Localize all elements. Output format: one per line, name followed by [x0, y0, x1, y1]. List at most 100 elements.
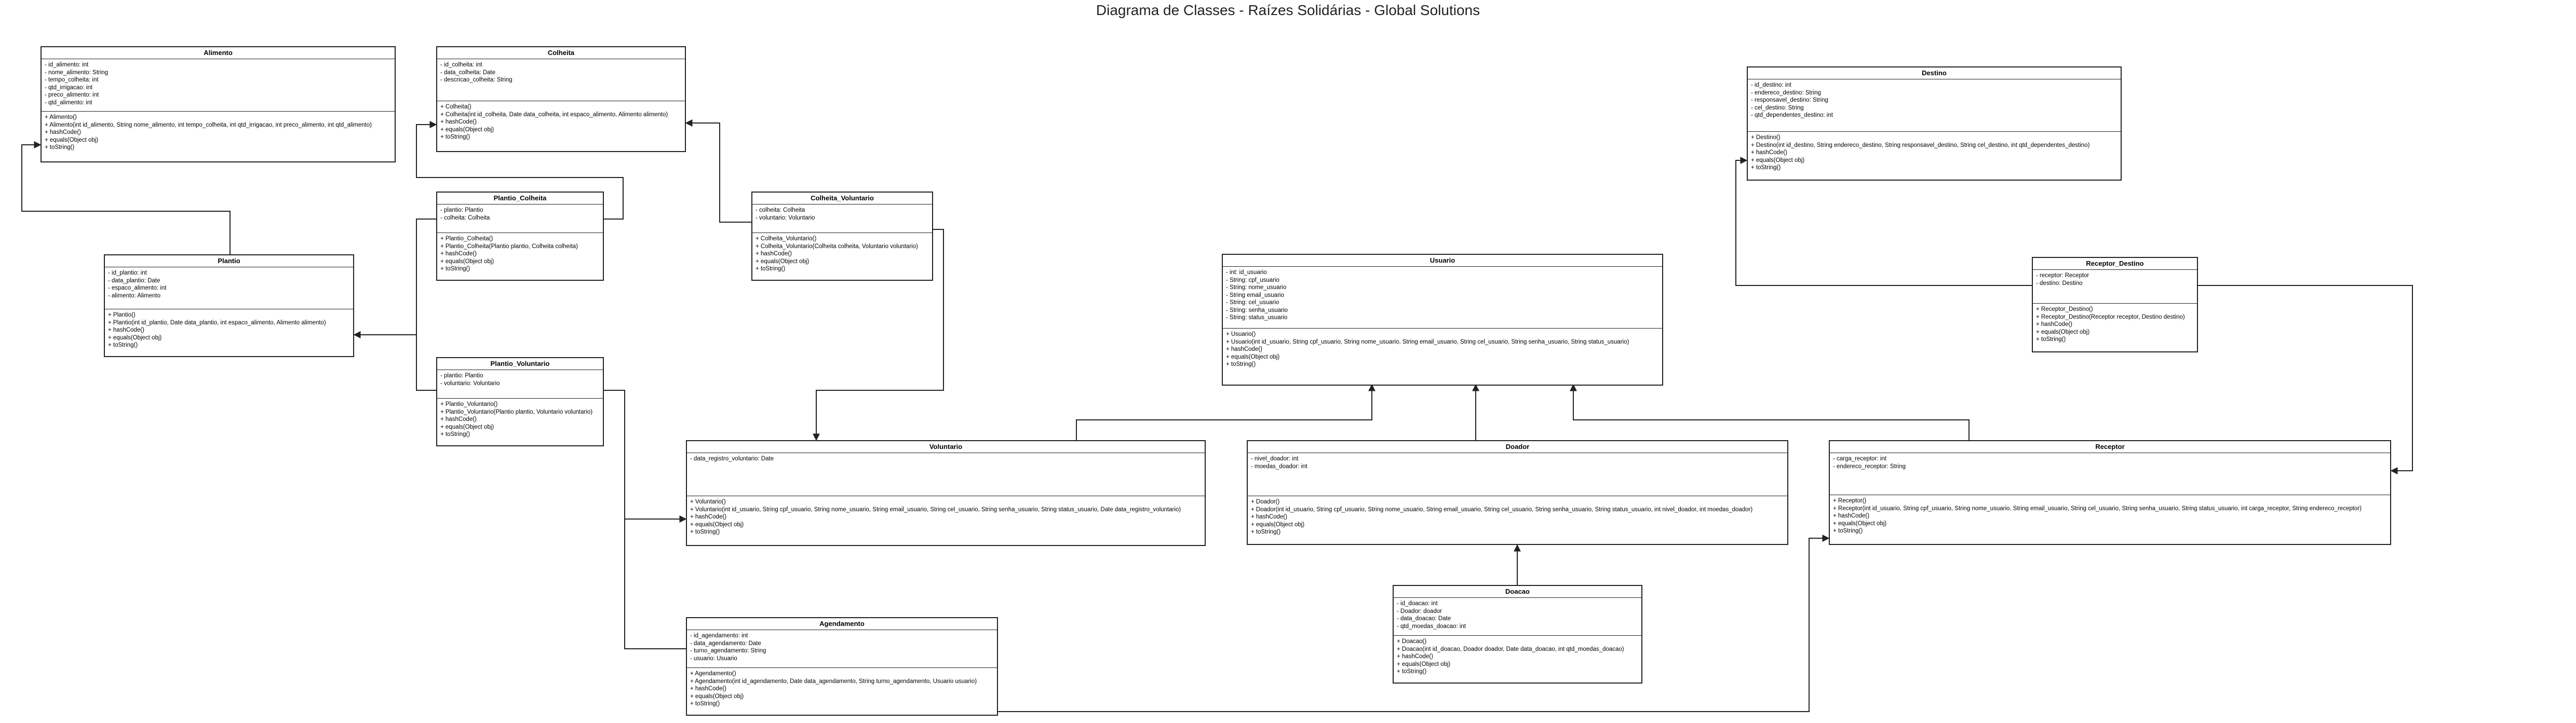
attribute-list: - data_registro_voluntario: Date — [687, 453, 1205, 496]
attribute: - carga_receptor: int — [1833, 456, 1886, 462]
attribute: - tempo_colheita: int — [45, 77, 99, 83]
attribute: - espaco_alimento: int — [108, 285, 167, 291]
method: + hashCode() — [690, 686, 726, 692]
method: + toString() — [1251, 529, 1281, 535]
connector-plantiovoluntario-plantio — [416, 335, 436, 391]
method-list: + Doador() + Doador(int id_usuario, Stri… — [1248, 496, 1787, 544]
attribute: - plantio: Plantio — [440, 373, 483, 379]
attribute: - plantio: Plantio — [440, 207, 483, 213]
attribute: - id_agendamento: int — [690, 633, 748, 639]
attribute: - int: id_usuario — [1226, 269, 1267, 276]
class-name: Alimento — [42, 47, 395, 59]
method: + Plantio_Voluntario() — [440, 401, 498, 407]
method: + Doacao(int id_doacao, Doador doador, D… — [1397, 646, 1624, 652]
method-list: + Plantio() + Plantio(int id_plantio, Da… — [105, 309, 353, 356]
method: + equals(Object obj) — [1226, 353, 1280, 360]
method: + toString() — [1833, 528, 1863, 534]
class-destino[interactable]: Destino - id_destino: int - endereco_des… — [1747, 66, 2122, 181]
class-alimento[interactable]: Alimento - id_alimento: int - nome_alime… — [41, 46, 396, 162]
method: + hashCode() — [690, 514, 726, 520]
attribute-list: - nivel_doador: int - moedas_doador: int — [1248, 453, 1787, 496]
method: + Agendamento() — [690, 671, 736, 677]
method: + Plantio_Colheita(Plantio plantio, Colh… — [440, 243, 578, 250]
attribute: - endereco_receptor: String — [1833, 463, 1906, 470]
class-name: Receptor_Destino — [2033, 258, 2197, 270]
method: + Plantio_Colheita() — [440, 236, 493, 242]
class-name: Doacao — [1394, 586, 1641, 598]
method: + Usuario() — [1226, 331, 1256, 337]
method-list: + Receptor_Destino() + Receptor_Destino(… — [2033, 304, 2197, 351]
attribute: - voluntario: Voluntario — [440, 380, 500, 387]
attribute: - receptor: Receptor — [2036, 272, 2089, 279]
method: + equals(Object obj) — [440, 126, 494, 133]
attribute: - String: cel_usuario — [1226, 299, 1279, 306]
method: + hashCode() — [1833, 513, 1869, 519]
class-name: Plantio_Voluntario — [437, 358, 603, 370]
method: + Doador() — [1251, 499, 1280, 505]
method: + toString() — [1751, 165, 1781, 171]
method: + Destino(int id_destino, String enderec… — [1751, 142, 2090, 148]
attribute-list: - int: id_usuario - String: cpf_usuario … — [1223, 267, 1662, 329]
method: + equals(Object obj) — [440, 258, 494, 265]
class-plantio-colheita[interactable]: Plantio_Colheita - plantio: Plantio - co… — [436, 192, 604, 281]
class-name: Agendamento — [687, 618, 997, 630]
method: + equals(Object obj) — [690, 693, 744, 700]
class-plantio[interactable]: Plantio - id_plantio: int - data_plantio… — [104, 254, 354, 357]
class-voluntario[interactable]: Voluntario - data_registro_voluntario: D… — [686, 440, 1206, 546]
method-list: + Agendamento() + Agendamento(int id_age… — [687, 668, 997, 715]
method: + hashCode() — [1226, 346, 1262, 352]
attribute: - qtd_irrigacao: int — [45, 84, 93, 91]
method: + hashCode() — [108, 327, 144, 333]
attribute: - String: cpf_usuario — [1226, 277, 1279, 283]
method: + hashCode() — [1751, 149, 1787, 156]
class-name: Plantio_Colheita — [437, 193, 603, 204]
attribute-list: - plantio: Plantio - voluntario: Volunta… — [437, 370, 603, 399]
connector-voluntario-usuario — [1076, 384, 1375, 440]
class-agendamento[interactable]: Agendamento - id_agendamento: int - data… — [686, 617, 998, 716]
class-doador[interactable]: Doador - nivel_doador: int - moedas_doad… — [1247, 440, 1788, 545]
attribute: - qtd_moedas_doacao: int — [1397, 623, 1466, 630]
class-plantio-voluntario[interactable]: Plantio_Voluntario - plantio: Plantio - … — [436, 357, 604, 446]
attribute: - qtd_dependentes_destino: int — [1751, 112, 1833, 118]
attribute: - destino: Destino — [2036, 280, 2083, 287]
class-doacao[interactable]: Doacao - id_doacao: int - Doador: doador… — [1393, 585, 1642, 684]
method: + toString() — [1397, 669, 1427, 675]
class-usuario[interactable]: Usuario - int: id_usuario - String: cpf_… — [1222, 254, 1663, 386]
method: + Colheita() — [440, 104, 471, 110]
attribute: - String: nome_usuario — [1226, 284, 1287, 291]
class-name: Destino — [1748, 67, 2121, 79]
method: + Colheita(int id_colheita, Date data_co… — [440, 111, 668, 118]
attribute: - id_colheita: int — [440, 62, 482, 68]
attribute-list: - id_colheita: int - data_colheita: Date… — [437, 59, 685, 101]
attribute: - Doador: doador — [1397, 608, 1442, 615]
method-list: + Colheita_Voluntario() + Colheita_Volun… — [752, 233, 932, 280]
class-receptor[interactable]: Receptor - carga_receptor: int - enderec… — [1829, 440, 2391, 545]
method: + equals(Object obj) — [690, 521, 744, 528]
method-list: + Alimento() + Alimento(int id_alimento,… — [42, 112, 395, 161]
method-list: + Receptor() + Receptor(int id_usuario, … — [1830, 495, 2390, 544]
attribute: - turno_agendamento: String — [690, 648, 766, 654]
attribute: - id_destino: int — [1751, 82, 1791, 88]
attribute: - responsavel_destino: String — [1751, 97, 1828, 103]
method: + Plantio() — [108, 312, 136, 318]
method: + hashCode() — [440, 119, 477, 125]
method-list: + Doacao() + Doacao(int id_doacao, Doado… — [1394, 636, 1641, 683]
attribute-list: - id_destino: int - endereco_destino: St… — [1748, 79, 2121, 132]
attribute: - data_doacao: Date — [1397, 616, 1451, 622]
connector-colheitavoluntario-colheita — [685, 119, 751, 223]
attribute-list: - carga_receptor: int - endereco_recepto… — [1830, 453, 2390, 495]
method-list: + Colheita() + Colheita(int id_colheita,… — [437, 101, 685, 151]
method: + Colheita_Voluntario(Colheita colheita,… — [756, 243, 918, 250]
method: + Alimento(int id_alimento, String nome_… — [45, 121, 372, 128]
method: + equals(Object obj) — [2036, 329, 2090, 335]
method: + Usuario(int id_usuario, String cpf_usu… — [1226, 338, 1629, 345]
class-colheita[interactable]: Colheita - id_colheita: int - data_colhe… — [436, 46, 686, 152]
attribute: - id_plantio: int — [108, 270, 147, 276]
class-colheita-voluntario[interactable]: Colheita_Voluntario - colheita: Colheita… — [751, 192, 933, 281]
method: + toString() — [440, 431, 470, 438]
attribute: - moedas_doador: int — [1251, 463, 1307, 470]
class-receptor-destino[interactable]: Receptor_Destino - receptor: Receptor - … — [2032, 257, 2198, 352]
attribute: - colheita: Colheita — [440, 214, 490, 221]
method: + Voluntario(int id_usuario, String cpf_… — [690, 506, 1181, 513]
attribute-list: - receptor: Receptor - destino: Destino — [2033, 270, 2197, 304]
